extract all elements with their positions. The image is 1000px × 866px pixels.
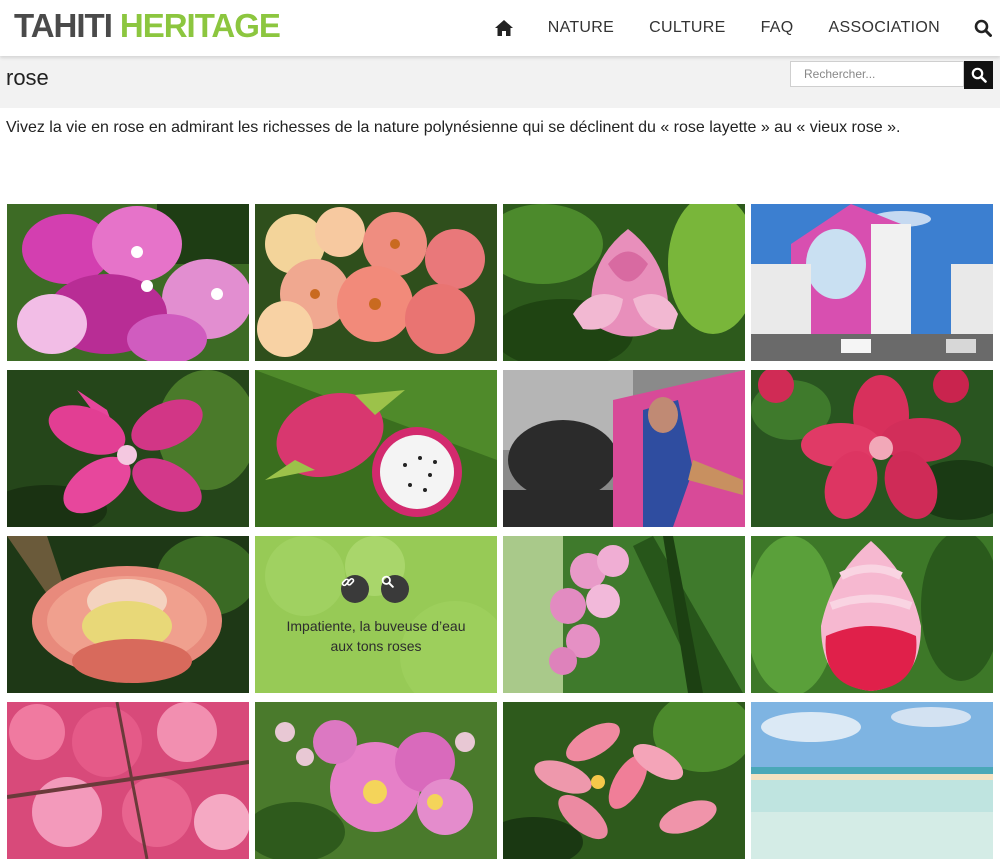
gallery-item-frangipani[interactable] bbox=[503, 702, 745, 859]
gallery-item-dragon-fruit[interactable] bbox=[255, 370, 497, 527]
gallery-item-graffiti-wall[interactable] bbox=[503, 370, 745, 527]
frangipani-photo bbox=[503, 702, 745, 859]
caption-line-2: aux tons roses bbox=[330, 638, 422, 654]
image-caption: Impatiente, la buveuse d’eau aux tons ro… bbox=[265, 616, 487, 656]
nav-nature[interactable]: NATURE bbox=[548, 19, 614, 37]
page-title: rose bbox=[6, 65, 49, 90]
gallery-item-lotus[interactable] bbox=[503, 204, 745, 361]
intro-text: Vivez la vie en rose en admirant les ric… bbox=[6, 119, 901, 136]
zoom-button[interactable] bbox=[381, 575, 409, 603]
bauhinia-photo bbox=[7, 370, 249, 527]
gallery-item-cannonball-flower[interactable] bbox=[7, 536, 249, 693]
gallery-item-lagoon[interactable] bbox=[751, 702, 993, 859]
search-icon[interactable] bbox=[974, 19, 992, 37]
gallery-item-impatiens-hovered[interactable]: Impatiente, la buveuse d’eau aux tons ro… bbox=[255, 536, 497, 693]
gallery-item-bougainvillea[interactable] bbox=[7, 204, 249, 361]
caption-line-1: Impatiente, la buveuse d’eau bbox=[286, 618, 466, 634]
search-input[interactable] bbox=[790, 61, 964, 87]
mural-building-photo bbox=[751, 204, 993, 361]
search-button[interactable] bbox=[964, 61, 993, 89]
lagoon-photo bbox=[751, 702, 993, 859]
page-title-band: rose bbox=[0, 56, 1000, 108]
top-navigation-bar: TAHITI HERITAGE NATURE CULTURE FAQ ASSOCI… bbox=[0, 0, 1000, 56]
nav-culture[interactable]: CULTURE bbox=[649, 19, 725, 37]
home-icon[interactable] bbox=[494, 19, 514, 37]
euphorbia-photo bbox=[255, 204, 497, 361]
gallery-item-crepe-myrtle[interactable] bbox=[255, 702, 497, 859]
gallery-item-crown-of-thorns[interactable] bbox=[255, 204, 497, 361]
ginger-photo bbox=[751, 536, 993, 693]
adenium-photo bbox=[751, 370, 993, 527]
oleander-photo bbox=[503, 536, 745, 693]
pink-blossom-tree-photo bbox=[7, 702, 249, 859]
zoom-icon bbox=[381, 575, 394, 588]
nav-faq[interactable]: FAQ bbox=[761, 19, 794, 37]
gallery-item-street-mural[interactable] bbox=[751, 204, 993, 361]
graffiti-photo bbox=[503, 370, 745, 527]
permalink-button[interactable] bbox=[341, 575, 369, 603]
logo-text-tahiti: TAHITI bbox=[14, 7, 113, 44]
main-menu: NATURE CULTURE FAQ ASSOCIATION bbox=[494, 0, 1000, 56]
dragon-fruit-photo bbox=[255, 370, 497, 527]
gallery-item-desert-rose[interactable] bbox=[751, 370, 993, 527]
cannonball-tree-photo bbox=[7, 536, 249, 693]
gallery-item-pink-shower[interactable] bbox=[7, 702, 249, 859]
nav-association[interactable]: ASSOCIATION bbox=[829, 19, 940, 37]
gallery-item-oleander[interactable] bbox=[503, 536, 745, 693]
bougainvillea-photo bbox=[7, 204, 249, 361]
lotus-photo bbox=[503, 204, 745, 361]
gallery-item-orchid-tree[interactable] bbox=[7, 370, 249, 527]
crepe-myrtle-photo bbox=[255, 702, 497, 859]
logo-text-heritage: HERITAGE bbox=[119, 7, 281, 44]
gallery-item-red-ginger[interactable] bbox=[751, 536, 993, 693]
site-logo[interactable]: TAHITI HERITAGE bbox=[14, 6, 281, 46]
hover-overlay bbox=[255, 536, 497, 693]
search-icon bbox=[971, 67, 987, 83]
link-icon bbox=[341, 577, 355, 587]
